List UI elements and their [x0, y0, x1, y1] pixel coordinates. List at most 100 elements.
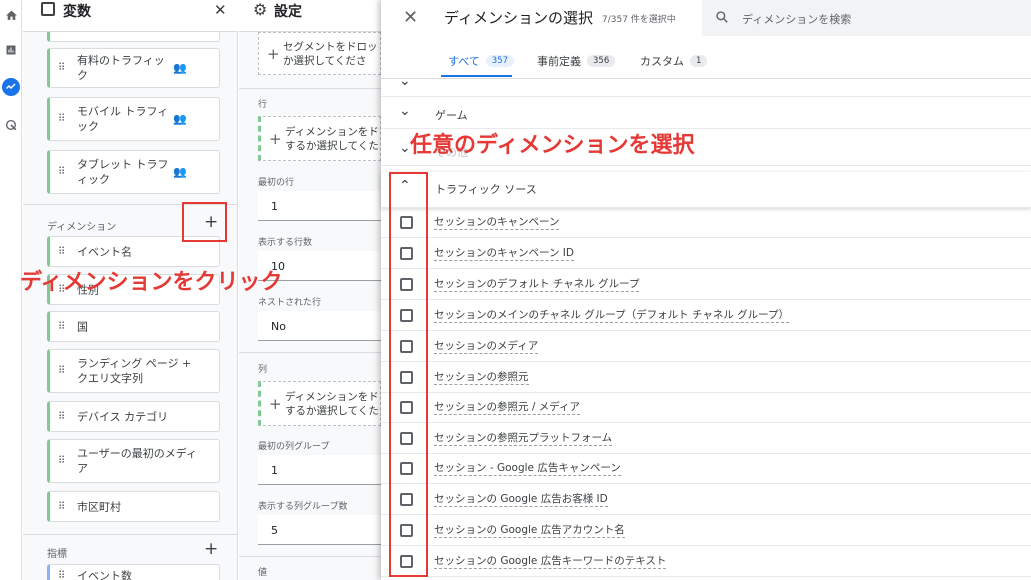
group-row-traffic-source[interactable]: ⌃ トラフィック ソース — [381, 172, 1031, 208]
option-label: セッション - Google 広告キャンペーン — [434, 462, 621, 476]
group-row-other[interactable]: ⌄ その他 — [381, 136, 1031, 166]
dimension-chip[interactable]: ⠿ ランディング ページ + クエリ文字列 — [47, 349, 220, 393]
group-row-game[interactable]: ⌄ ゲーム — [381, 99, 1031, 129]
dimension-chip[interactable]: ⠿ 性別 — [47, 274, 220, 305]
reports-icon[interactable] — [2, 41, 20, 59]
segment-chip-partial[interactable] — [47, 32, 220, 42]
close-icon[interactable]: ✕ — [214, 1, 227, 19]
dimension-picker-dialog: ✕ ディメンションの選択 7/357 件を選択中 ディメンションを検索 すべて … — [381, 0, 1031, 580]
option-label: セッションのメインのチャネル グループ（デフォルト チャネル グループ） — [434, 309, 790, 323]
segment-drop-zone[interactable]: + セグメントをドロッ か選択してくださ — [258, 32, 381, 75]
checkbox[interactable] — [400, 524, 413, 537]
first-col-group-input[interactable]: 1 — [258, 455, 381, 485]
dimension-option[interactable]: セッションの Google 広告キーワードのテキスト — [381, 546, 1031, 577]
dimension-option[interactable]: セッションの参照元 / メディア — [381, 392, 1031, 423]
segment-chip[interactable]: ⠿ タブレット トラフィック 👥 — [47, 150, 220, 194]
segment-chip[interactable]: ⠿ 有料のトラフィック 👥 — [47, 48, 220, 88]
tab-label: すべて — [448, 55, 480, 68]
nav-rail — [0, 0, 22, 580]
add-metric-button[interactable]: + — [204, 539, 218, 559]
checkbox[interactable] — [400, 371, 413, 384]
variables-icon — [41, 2, 55, 16]
drop-text-line: か選択してくださ — [283, 54, 367, 67]
checkbox[interactable] — [400, 247, 413, 260]
drop-text: ディメンションをド するか選択してくた — [285, 390, 379, 418]
nested-rows-select[interactable]: No — [258, 311, 381, 341]
metric-chip[interactable]: ⠿ イベント数 — [47, 564, 220, 580]
drag-handle-icon[interactable]: ⠿ — [58, 366, 65, 377]
checkbox[interactable] — [400, 216, 413, 229]
tab-count-badge: 1 — [690, 55, 708, 67]
option-label: セッションの参照元 / メディア — [434, 401, 580, 415]
drag-handle-icon[interactable]: ⠿ — [58, 321, 65, 332]
drop-text-line: ディメンションをド — [285, 125, 379, 138]
dimension-option[interactable]: セッションのメディア — [381, 331, 1031, 362]
group-label: ゲーム — [435, 109, 468, 122]
drag-handle-icon[interactable]: ⠿ — [58, 167, 65, 178]
explore-icon[interactable] — [2, 78, 20, 96]
checkbox[interactable] — [400, 493, 413, 506]
dimension-option[interactable]: セッションの Google 広告お客様 ID — [381, 484, 1031, 515]
group-row-partial[interactable]: ⌄ — [381, 73, 1031, 97]
option-label: セッションの Google 広告お客様 ID — [434, 493, 608, 507]
search-input[interactable]: ディメンションを検索 — [742, 11, 851, 27]
drop-text-line: ディメンションをド — [285, 390, 379, 403]
dimension-chip[interactable]: ⠿ 国 — [47, 311, 220, 342]
dimension-chip[interactable]: ⠿ イベント名 — [47, 236, 220, 267]
rows-drop-zone[interactable]: + ディメンションをド するか選択してくた — [258, 116, 381, 161]
search-bar[interactable]: ディメンションを検索 — [702, 0, 1031, 36]
checkbox[interactable] — [400, 432, 413, 445]
active-tab-indicator — [441, 75, 512, 77]
tab-custom[interactable]: カスタム 1 — [640, 53, 708, 69]
advertising-icon[interactable] — [2, 116, 20, 134]
close-icon[interactable]: ✕ — [403, 7, 418, 28]
rows-shown-select[interactable]: 10 — [258, 251, 381, 281]
add-dimension-button[interactable]: + — [204, 212, 218, 232]
drag-handle-icon[interactable]: ⠿ — [58, 284, 65, 295]
search-icon — [715, 9, 729, 28]
settings-panel: ⚙ 設定 + セグメントをドロッ か選択してくださ 行 + ディメンションをド する… — [239, 0, 381, 580]
option-label: セッションのキャンペーン — [434, 216, 560, 230]
settings-header: ⚙ 設定 — [239, 0, 381, 32]
dimension-chip[interactable]: ⠿ デバイス カテゴリ — [47, 401, 220, 432]
checkbox[interactable] — [400, 462, 413, 475]
drag-handle-icon[interactable]: ⠿ — [58, 456, 65, 467]
divider — [239, 556, 381, 557]
dimension-option[interactable]: セッションの参照元 — [381, 362, 1031, 393]
tab-all[interactable]: すべて 357 — [448, 53, 515, 69]
dimension-label: 性別 — [77, 283, 99, 296]
dimension-chip[interactable]: ⠿ ユーザーの最初のメディア — [47, 439, 220, 483]
drag-handle-icon[interactable]: ⠿ — [58, 571, 65, 580]
col-groups-select[interactable]: 5 — [258, 515, 381, 545]
first-row-input[interactable]: 1 — [258, 191, 381, 221]
chevron-down-icon: ⌄ — [399, 103, 411, 119]
dimension-option[interactable]: セッションのデフォルト チャネル グループ — [381, 269, 1031, 300]
checkbox[interactable] — [400, 555, 413, 568]
dimension-option[interactable]: セッションの Google 広告アカウント名 — [381, 515, 1031, 546]
drop-text-line: するか選択してくた — [285, 404, 379, 417]
segment-label: モバイル トラフィック — [77, 105, 169, 133]
chevron-down-icon: ⌄ — [399, 140, 411, 156]
dimension-option[interactable]: セッションのメインのチャネル グループ（デフォルト チャネル グループ） — [381, 300, 1031, 331]
users-icon: 👥 — [173, 61, 187, 75]
drag-handle-icon[interactable]: ⠿ — [58, 411, 65, 422]
drag-handle-icon[interactable]: ⠿ — [58, 114, 65, 125]
tab-count-badge: 357 — [485, 55, 515, 67]
drag-handle-icon[interactable]: ⠿ — [58, 63, 65, 74]
tab-predefined[interactable]: 事前定義 356 — [537, 53, 616, 69]
columns-drop-zone[interactable]: + ディメンションをド するか選択してくた — [258, 381, 381, 426]
drag-handle-icon[interactable]: ⠿ — [58, 246, 65, 257]
drag-handle-icon[interactable]: ⠿ — [58, 501, 65, 512]
dimension-option[interactable]: セッションの参照元プラットフォーム — [381, 423, 1031, 454]
dimension-option[interactable]: セッションのキャンペーン — [381, 207, 1031, 238]
checkbox[interactable] — [400, 340, 413, 353]
gear-icon: ⚙ — [253, 0, 268, 19]
checkbox[interactable] — [400, 309, 413, 322]
checkbox[interactable] — [400, 401, 413, 414]
home-icon[interactable] — [2, 6, 20, 24]
dimension-option[interactable]: セッションのキャンペーン ID — [381, 238, 1031, 269]
checkbox[interactable] — [400, 278, 413, 291]
segment-chip[interactable]: ⠿ モバイル トラフィック 👥 — [47, 97, 220, 141]
dimension-option[interactable]: セッション - Google 広告キャンペーン — [381, 453, 1031, 484]
dimension-chip[interactable]: ⠿ 市区町村 — [47, 491, 220, 522]
